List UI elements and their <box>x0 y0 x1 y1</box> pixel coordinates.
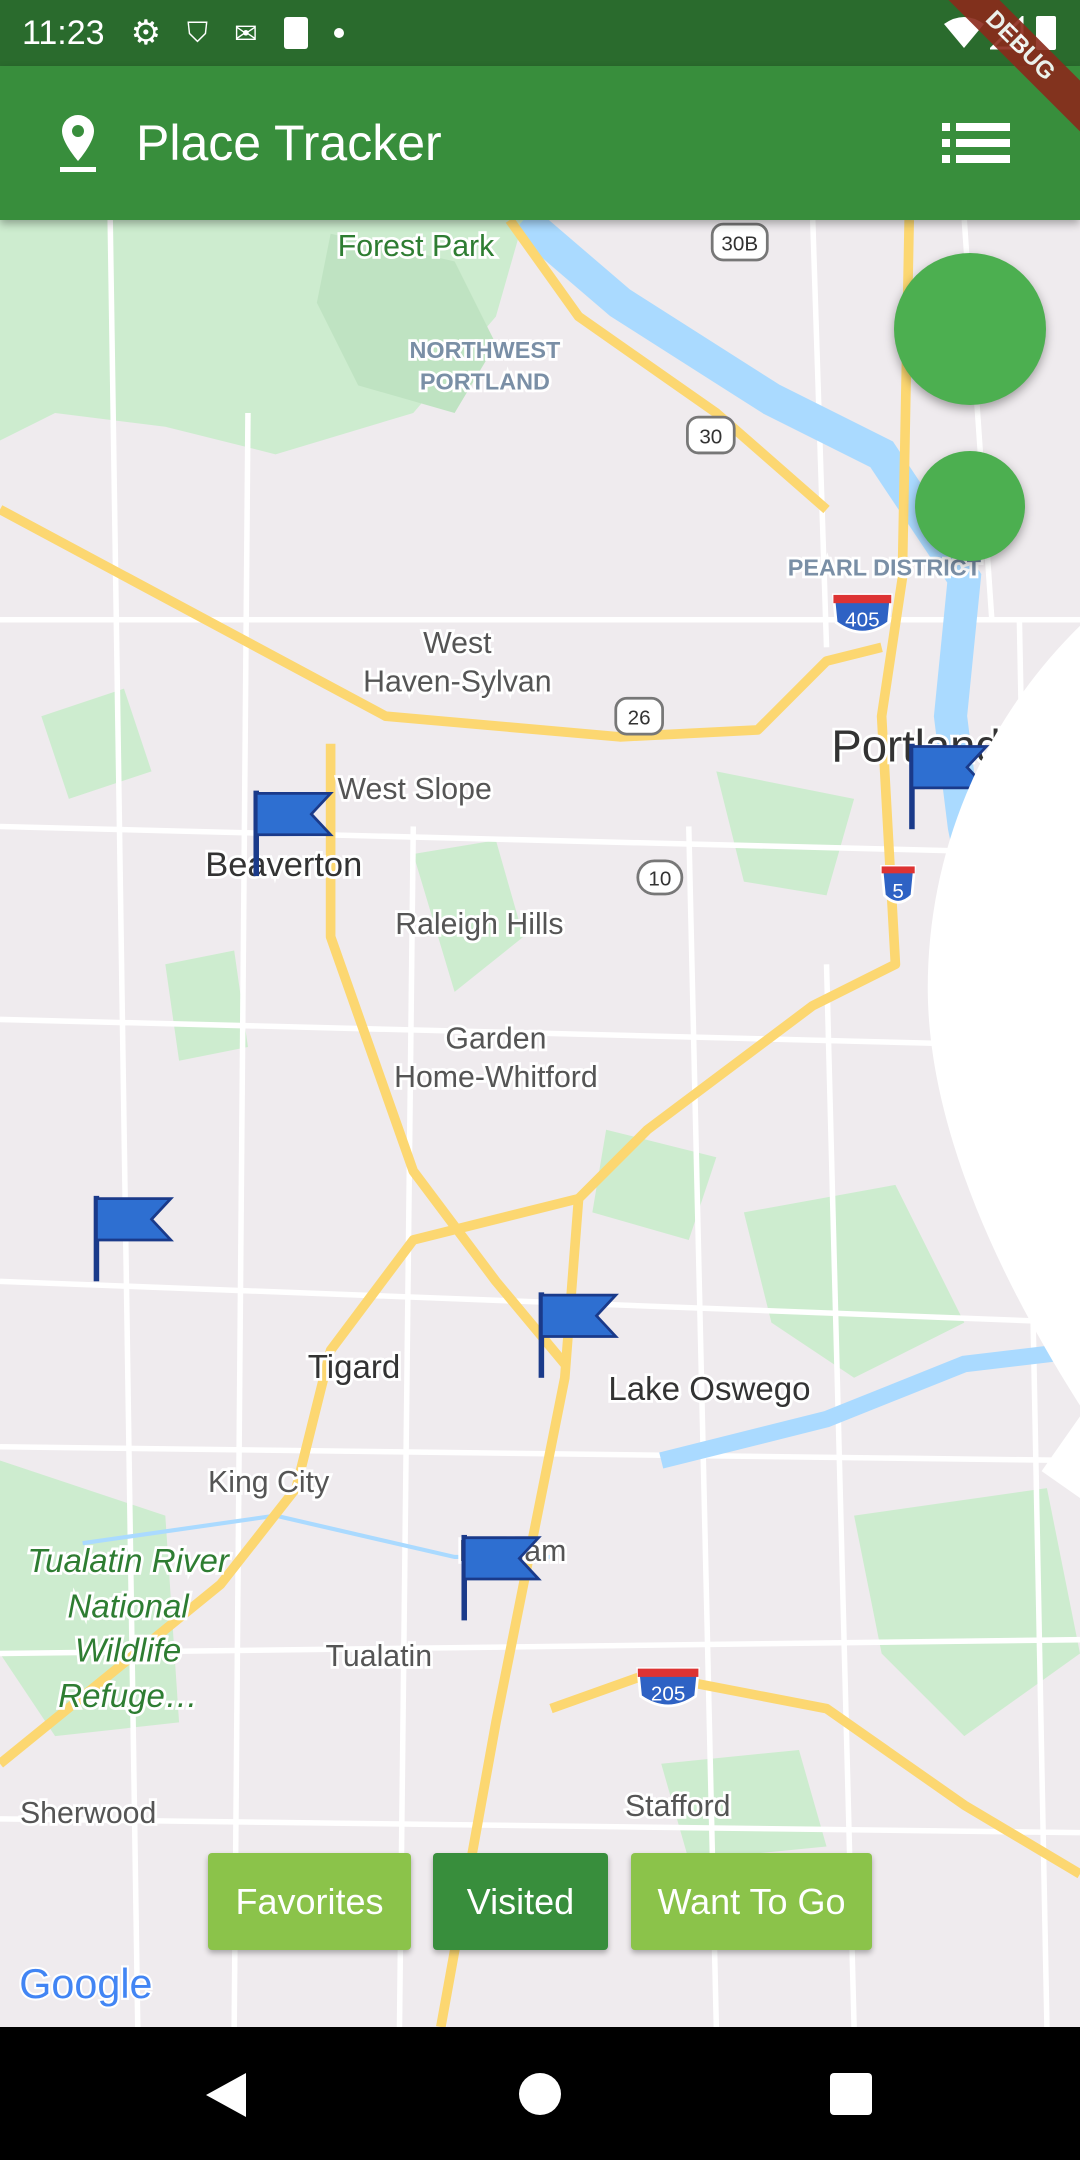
gmail-icon: ✉ <box>234 17 258 49</box>
svg-text:Forest Park: Forest Park <box>338 230 495 263</box>
svg-text:Home-Whitford: Home-Whitford <box>394 1061 598 1094</box>
status-time: 11:23 <box>22 13 105 52</box>
app-bar: Place Tracker <box>0 66 1080 220</box>
map-view[interactable]: Forest Park NORTHWEST PORTLAND PEARL DIS… <box>0 220 1080 2027</box>
svg-text:Refuge…: Refuge… <box>58 1678 198 1715</box>
gear-icon: ⚙ <box>130 14 162 52</box>
svg-text:Sherwood: Sherwood <box>20 1797 156 1830</box>
shield-30: 30 <box>686 415 736 455</box>
svg-text:West: West <box>423 627 492 660</box>
svg-text:26: 26 <box>628 706 651 729</box>
app-title: Place Tracker <box>136 115 442 171</box>
svg-text:30: 30 <box>699 425 722 448</box>
svg-text:King City: King City <box>208 1466 330 1499</box>
shield-play-icon: ⛉ <box>187 16 209 48</box>
svg-text:Raleigh Hills: Raleigh Hills <box>395 908 563 941</box>
dot-icon <box>333 28 344 38</box>
svg-text:30B: 30B <box>721 232 758 255</box>
layers-icon <box>1030 1202 1080 1498</box>
svg-text:National: National <box>67 1589 190 1626</box>
svg-text:Tigard: Tigard <box>308 1349 400 1386</box>
recents-icon[interactable] <box>830 2073 872 2115</box>
place-pin-icon <box>60 115 96 172</box>
want-to-go-filter-button[interactable]: Want To Go <box>631 1853 872 1950</box>
place-labels: Forest Park NORTHWEST PORTLAND PEARL DIS… <box>17 227 1003 1833</box>
shield-26: 26 <box>614 696 664 736</box>
navigation-bar <box>0 2027 1080 2160</box>
svg-text:Tualatin River: Tualatin River <box>27 1543 230 1580</box>
shield-205: 205 <box>636 1667 700 1708</box>
svg-text:Beaverton: Beaverton <box>205 846 362 884</box>
svg-text:Haven-Sylvan: Haven-Sylvan <box>363 665 552 698</box>
home-icon[interactable] <box>519 2073 561 2115</box>
svg-text:Tualatin: Tualatin <box>326 1640 433 1673</box>
svg-text:10: 10 <box>648 868 671 891</box>
svg-text:Lake Oswego: Lake Oswego <box>608 1371 810 1408</box>
shield-30b: 30B <box>710 222 769 262</box>
list-icon[interactable] <box>942 121 1010 165</box>
google-logo: Google <box>19 1961 152 2007</box>
flag-marker[interactable] <box>538 1292 619 1378</box>
back-icon[interactable] <box>204 2071 248 2119</box>
svg-text:NORTHWEST: NORTHWEST <box>410 337 561 363</box>
svg-text:405: 405 <box>845 609 879 632</box>
flag-marker[interactable] <box>93 1195 174 1282</box>
add-place-button[interactable] <box>894 253 1080 1406</box>
svg-text:205: 205 <box>651 1682 685 1705</box>
shield-405: 405 <box>831 593 893 634</box>
sd-card-icon <box>283 17 308 49</box>
svg-text:Garden: Garden <box>445 1022 546 1055</box>
visited-filter-button[interactable]: Visited <box>433 1853 608 1950</box>
svg-text:West Slope: West Slope <box>337 773 491 806</box>
favorites-filter-button[interactable]: Favorites <box>208 1853 411 1950</box>
shield-10: 10 <box>636 859 684 896</box>
svg-text:Stafford: Stafford <box>625 1790 731 1823</box>
svg-text:PORTLAND: PORTLAND <box>420 369 550 395</box>
map-type-button[interactable] <box>915 451 1080 1498</box>
svg-text:Wildlife: Wildlife <box>75 1633 181 1670</box>
flag-marker[interactable] <box>461 1534 542 1621</box>
status-bar: 11:23 ⚙ ⛉ ✉ <box>0 0 1080 66</box>
